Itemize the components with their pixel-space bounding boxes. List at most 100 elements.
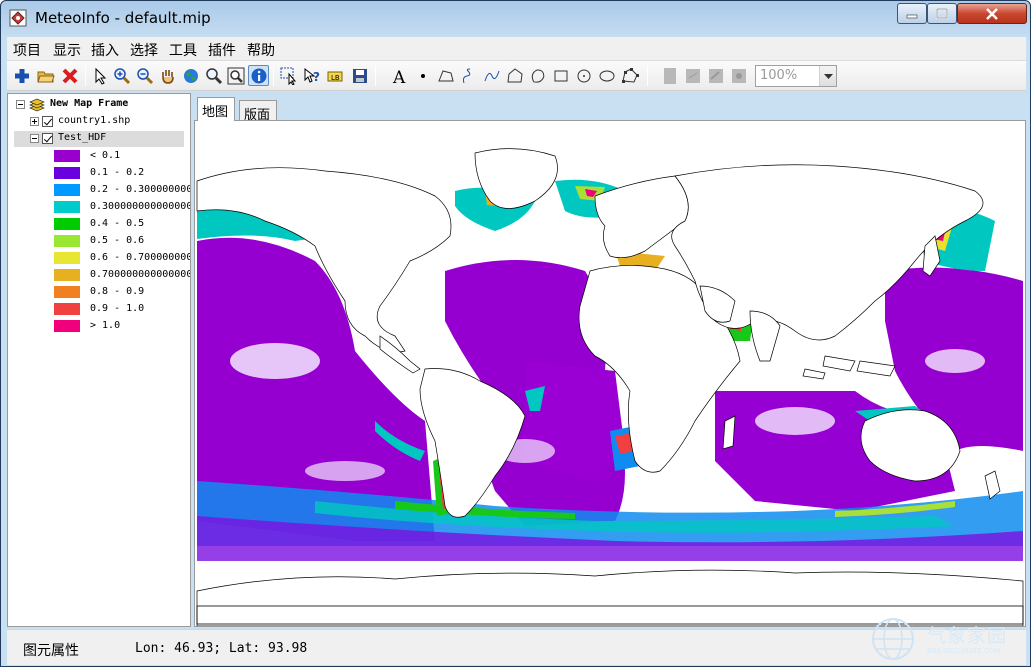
legend-swatch [54, 252, 80, 264]
zoom-window-button[interactable] [203, 65, 224, 86]
delete-icon [62, 68, 77, 83]
curve-polygon-icon [531, 69, 544, 83]
pan-button[interactable] [157, 65, 178, 86]
menu-plugins[interactable]: 插件 [208, 40, 236, 60]
zoom-in-button[interactable] [111, 65, 132, 86]
zoom-dropdown-button[interactable] [819, 66, 836, 86]
layers-stack-icon [29, 98, 45, 112]
zoom-page-button[interactable] [705, 65, 726, 86]
watermark: 气象家园 BBS.06CLIMATE.COM [867, 613, 1027, 665]
legend-swatch [54, 235, 80, 247]
menu-insert[interactable]: 插入 [91, 40, 119, 60]
layer-visibility-checkbox[interactable] [42, 116, 53, 127]
collapse-toggle[interactable] [30, 134, 39, 143]
legend-class-label: 0.8 - 0.9 [90, 286, 145, 297]
circle-tool-button[interactable] [573, 65, 594, 86]
help-pointer-button[interactable]: ? [301, 65, 322, 86]
maximize-button[interactable] [927, 3, 957, 24]
svg-text:A: A [392, 68, 406, 85]
point-tool-button[interactable] [412, 65, 433, 86]
identify-button[interactable] [248, 65, 269, 86]
curve-tool-button[interactable] [481, 65, 502, 86]
select-features-icon [280, 67, 296, 85]
legend-class-label: 0.6 - 0.7000000000 [90, 252, 191, 263]
circle-icon [577, 69, 590, 82]
magnifier-icon [205, 67, 222, 84]
layer-visibility-checkbox[interactable] [42, 133, 53, 144]
rectangle-tool-button[interactable] [550, 65, 571, 86]
collapse-toggle[interactable] [16, 100, 25, 109]
edit-vertices-button[interactable] [619, 65, 640, 86]
layer-node-test-hdf[interactable]: Test_HDF [14, 131, 184, 147]
tab-layout[interactable]: 版面 [239, 100, 277, 123]
hand-icon [161, 69, 174, 84]
fit-page-button[interactable] [682, 65, 703, 86]
menu-tools[interactable]: 工具 [169, 40, 197, 60]
title-bar: MeteoInfo - default.mip [1, 1, 1030, 37]
layer-label: country1.shp [58, 115, 131, 126]
page-setup-button[interactable] [659, 65, 680, 86]
tab-map-label: 地图 [202, 105, 229, 120]
full-extent-button[interactable] [180, 65, 201, 86]
map-view[interactable] [194, 120, 1026, 627]
layer-node-country[interactable]: country1.shp [8, 114, 188, 130]
expand-toggle[interactable] [30, 117, 39, 126]
app-window: MeteoInfo - default.mip 项目 显示 插入 选择 工具 插… [0, 0, 1031, 667]
freehand-tool-button[interactable] [458, 65, 479, 86]
close-icon [986, 7, 998, 20]
add-icon [14, 68, 29, 83]
svg-text:LB: LB [331, 74, 340, 82]
legend-swatch [54, 201, 80, 213]
menu-view[interactable]: 显示 [53, 40, 81, 60]
freehand-icon [462, 68, 470, 83]
map-canvas[interactable] [195, 121, 1025, 626]
label-icon: LB [327, 71, 342, 82]
zoom-layer-button[interactable] [225, 65, 246, 86]
feature-properties-label[interactable]: 图元属性 [23, 640, 79, 660]
remove-layer-button[interactable] [59, 65, 80, 86]
text-tool-button[interactable]: A [389, 65, 410, 86]
menu-select[interactable]: 选择 [130, 40, 158, 60]
polyline-tool-button[interactable] [435, 65, 456, 86]
ellipse-tool-button[interactable] [596, 65, 617, 86]
toolbar-separator [85, 66, 86, 86]
map-frame-node[interactable]: New Map Frame [8, 97, 188, 113]
tab-map[interactable]: 地图 [197, 97, 235, 121]
fit-page-icon [685, 68, 700, 83]
close-button[interactable] [957, 3, 1027, 24]
zoom-out-button[interactable] [134, 65, 155, 86]
info-icon [251, 68, 266, 83]
chevron-down-icon [824, 74, 833, 79]
polygon-tool-button[interactable] [504, 65, 525, 86]
select-tool-button[interactable] [89, 65, 110, 86]
legend-panel: New Map Frame country1.shp Test_HDF < 0.… [7, 93, 191, 627]
zoom-level-select[interactable]: 100% [755, 65, 837, 87]
save-button[interactable] [349, 65, 370, 86]
polygon-icon [506, 67, 523, 82]
menu-project[interactable]: 项目 [13, 40, 41, 60]
curve-polygon-tool-button[interactable] [527, 65, 548, 86]
text-icon: A [392, 68, 406, 85]
legend-swatch [54, 150, 80, 162]
menu-bar: 项目 显示 插入 选择 工具 插件 帮助 [7, 37, 1026, 61]
cursor-coordinates: Lon: 46.93; Lat: 93.98 [135, 641, 308, 656]
select-features-button[interactable] [278, 65, 299, 86]
add-layer-button[interactable] [11, 65, 32, 86]
legend-class-label: 0.9 - 1.0 [90, 303, 145, 314]
curve-icon [484, 70, 499, 81]
minimize-button[interactable] [897, 3, 927, 24]
menu-help[interactable]: 帮助 [247, 40, 275, 60]
meteoinfo-app-icon [9, 9, 27, 27]
help-icon: ? [304, 67, 320, 84]
label-button[interactable]: LB [324, 65, 345, 86]
page-icon [663, 67, 676, 84]
actual-size-icon [731, 68, 746, 83]
toolbar-separator [273, 66, 274, 86]
open-button[interactable] [35, 65, 56, 86]
actual-size-button[interactable] [728, 65, 749, 86]
legend-class-label: 0.1 - 0.2 [90, 167, 145, 178]
legend-class-label: 0.5 - 0.6 [90, 235, 145, 246]
watermark-url: BBS.06CLIMATE.COM [927, 647, 1001, 655]
point-icon [420, 73, 425, 78]
legend-class-label: 0.4 - 0.5 [90, 218, 145, 229]
